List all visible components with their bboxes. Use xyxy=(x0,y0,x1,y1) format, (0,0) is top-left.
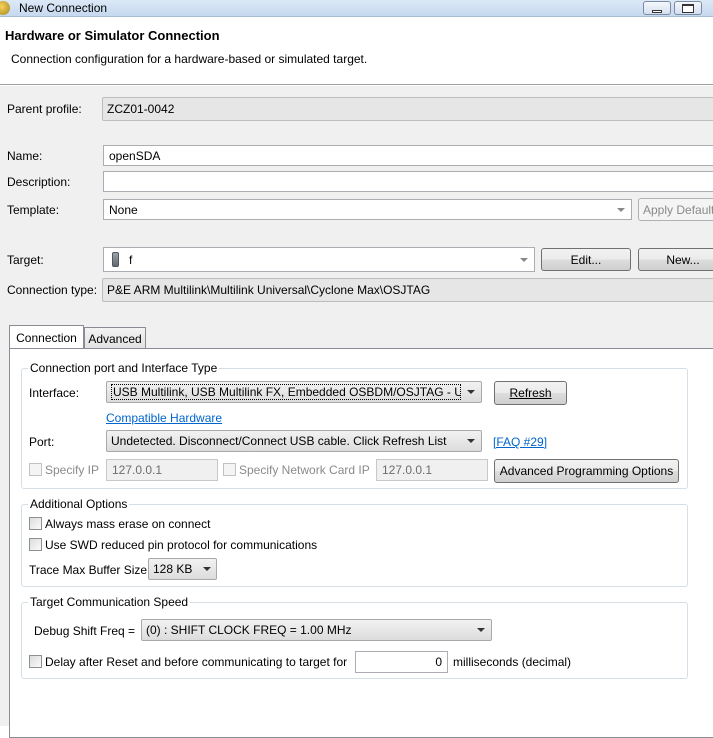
trace-buffer-label: Trace Max Buffer Size: xyxy=(29,563,151,577)
template-select[interactable]: None xyxy=(103,199,632,220)
tab-advanced-label: Advanced xyxy=(88,331,142,346)
interface-value: USB Multilink, USB Multilink FX, Embedde… xyxy=(111,384,461,400)
chevron-down-icon xyxy=(617,208,625,212)
new-label: New... xyxy=(666,252,700,267)
name-field[interactable]: openSDA xyxy=(103,145,713,166)
parent-profile-field: ZCZ01-0042 xyxy=(102,97,713,121)
target-label: Target: xyxy=(7,253,44,267)
minimize-button[interactable] xyxy=(643,1,671,15)
use-swd-label: Use SWD reduced pin protocol for communi… xyxy=(45,538,318,552)
delay-value: 0 xyxy=(435,655,442,669)
connection-type-label: Connection type: xyxy=(7,283,98,297)
tab-connection[interactable]: Connection xyxy=(9,325,84,349)
delay-unit-label: milliseconds (decimal) xyxy=(453,655,572,669)
delay-label: Delay after Reset and before communicati… xyxy=(45,655,348,669)
edit-label: Edit... xyxy=(570,252,602,267)
chevron-down-icon xyxy=(477,628,485,632)
parent-profile-label: Parent profile: xyxy=(7,102,82,116)
port-value: Undetected. Disconnect/Connect USB cable… xyxy=(111,434,447,448)
chevron-down-icon xyxy=(520,258,528,262)
connection-type-field: P&E ARM Multilink\Multilink Universal\Cy… xyxy=(102,278,713,302)
specify-network-card-ip-checkbox[interactable] xyxy=(223,463,236,476)
chevron-down-icon xyxy=(467,390,475,394)
maximize-icon xyxy=(682,3,694,13)
advanced-programming-label: Advanced Programming Options xyxy=(499,464,674,478)
apply-default-label: Apply Default xyxy=(643,202,713,217)
port-label: Port: xyxy=(29,435,55,449)
parent-profile-value: ZCZ01-0042 xyxy=(107,102,175,116)
always-mass-erase-checkbox[interactable] xyxy=(29,517,42,530)
interface-select[interactable]: USB Multilink, USB Multilink FX, Embedde… xyxy=(106,381,482,403)
compatible-hardware-link[interactable]: Compatible Hardware xyxy=(106,411,222,425)
additional-options-group-title: Additional Options xyxy=(28,497,130,511)
debug-shift-label: Debug Shift Freq = xyxy=(34,624,136,638)
maximize-button[interactable] xyxy=(674,1,702,15)
trace-buffer-value: 128 KB xyxy=(153,562,193,576)
minimize-icon xyxy=(652,9,662,13)
name-label: Name: xyxy=(7,149,43,163)
dialog-header: Hardware or Simulator Connection Connect… xyxy=(0,18,713,85)
use-swd-checkbox[interactable] xyxy=(29,538,42,551)
advanced-programming-options-button[interactable]: Advanced Programming Options xyxy=(494,459,679,483)
port-select[interactable]: Undetected. Disconnect/Connect USB cable… xyxy=(106,430,482,452)
interface-label: Interface: xyxy=(29,386,80,400)
connection-port-group-title: Connection port and Interface Type xyxy=(28,361,220,375)
name-value: openSDA xyxy=(109,148,161,163)
network-card-ip-value: 127.0.0.1 xyxy=(382,463,433,477)
refresh-label: Refresh xyxy=(509,386,552,400)
network-card-ip-field[interactable]: 127.0.0.1 xyxy=(376,459,488,481)
apply-default-button[interactable]: Apply Default xyxy=(638,198,713,221)
template-value: None xyxy=(109,202,138,217)
trace-buffer-select[interactable]: 128 KB xyxy=(148,558,217,580)
target-value: f xyxy=(129,252,133,267)
tab-advanced[interactable]: Advanced xyxy=(84,327,146,349)
page-subtitle: Connection configuration for a hardware-… xyxy=(11,52,368,66)
specify-network-card-ip-label: Specify Network Card IP xyxy=(239,463,370,477)
window-title-bar[interactable]: New Connection xyxy=(0,0,713,17)
template-label: Template: xyxy=(7,203,60,217)
description-field[interactable] xyxy=(103,171,713,192)
delay-checkbox[interactable] xyxy=(29,655,42,668)
window-title: New Connection xyxy=(19,1,108,15)
target-select[interactable]: f xyxy=(103,247,535,272)
device-icon xyxy=(112,252,119,267)
specify-ip-checkbox[interactable] xyxy=(29,463,42,476)
new-target-button[interactable]: New... xyxy=(638,248,713,271)
tab-connection-label: Connection xyxy=(16,330,77,345)
comm-speed-group-title: Target Communication Speed xyxy=(28,595,191,609)
chevron-down-icon xyxy=(467,439,475,443)
description-label: Description: xyxy=(7,175,71,189)
debug-shift-value: (0) : SHIFT CLOCK FREQ = 1.00 MHz xyxy=(146,623,352,637)
refresh-button[interactable]: Refresh xyxy=(494,381,567,405)
specify-ip-label: Specify IP xyxy=(45,463,100,477)
app-icon xyxy=(0,1,10,15)
page-title: Hardware or Simulator Connection xyxy=(5,28,220,43)
specify-ip-field[interactable]: 127.0.0.1 xyxy=(106,459,218,481)
edit-target-button[interactable]: Edit... xyxy=(541,248,631,271)
specify-ip-value: 127.0.0.1 xyxy=(112,463,163,477)
connection-type-value: P&E ARM Multilink\Multilink Universal\Cy… xyxy=(107,283,431,297)
chevron-down-icon xyxy=(203,567,211,571)
always-mass-erase-label: Always mass erase on connect xyxy=(45,517,211,531)
delay-field[interactable]: 0 xyxy=(355,651,448,673)
debug-shift-select[interactable]: (0) : SHIFT CLOCK FREQ = 1.00 MHz xyxy=(141,619,492,641)
faq-link[interactable]: [FAQ #29] xyxy=(493,435,547,449)
